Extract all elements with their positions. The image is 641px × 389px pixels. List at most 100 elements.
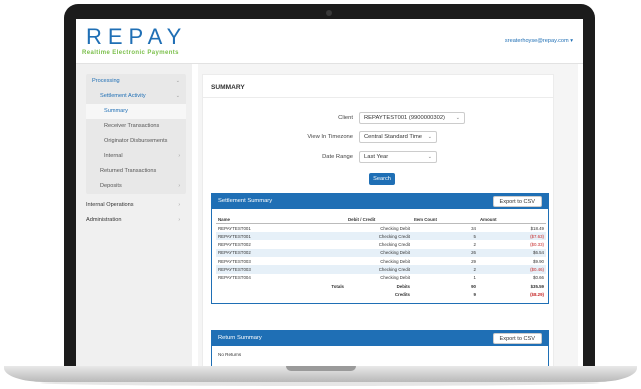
timezone-select[interactable]: Central Standard Time ⌄ — [359, 131, 437, 143]
chevron-right-icon: › — [178, 183, 180, 189]
cell-amount: $0.66 — [533, 275, 544, 281]
settlement-summary-panel: Settlement Summary Export to CSV Name De… — [211, 193, 549, 304]
cell-count: 1 — [473, 275, 476, 281]
table-header-row: Name Debit / Credit Item Count Amount — [216, 215, 546, 224]
chevron-down-icon: ⌄ — [427, 134, 432, 140]
sidebar-item-label: Processing — [92, 78, 120, 84]
chevron-down-icon: ⌄ — [175, 93, 180, 99]
logo-text: REPAY — [86, 24, 188, 49]
laptop-lid: REPAY Realtime Electronic Payments sreat… — [64, 4, 595, 372]
panel-title: Settlement Summary — [218, 198, 273, 204]
sidebar-item-internal[interactable]: Internal › — [86, 149, 186, 164]
camera-icon — [326, 10, 332, 16]
table-row: REPAYTEST001 Checking Debit 34 $18.49 — [216, 224, 546, 233]
sidebar-item-label: Settlement Activity — [100, 93, 146, 99]
cell-count: 5 — [412, 232, 478, 241]
sidebar-item-originator-disbursements[interactable]: Originator Disbursements — [86, 134, 186, 149]
chevron-right-icon: › — [178, 153, 180, 159]
chevron-down-icon: ⌄ — [455, 115, 460, 121]
cell-name: REPAYTEST002 — [216, 248, 346, 258]
totals-debits-label: Debits — [396, 283, 410, 289]
totals-debits-count: 90 — [471, 283, 476, 289]
table-row: REPAYTEST002 Checking Credit 2 ($0.33) — [216, 240, 546, 248]
client-label: Client — [338, 115, 353, 121]
cell-type: Checking Debit — [380, 275, 410, 281]
panel-header: Return Summary Export to CSV — [212, 331, 548, 346]
cell-type: Checking Credit — [346, 232, 412, 241]
search-button[interactable]: Search — [369, 173, 395, 185]
cell-name: REPAYTEST002 — [218, 242, 251, 248]
repay-logo[interactable]: REPAY — [86, 24, 187, 50]
sidebar-item-label: Returned Transactions — [100, 168, 157, 174]
sidebar-item-receiver-transactions[interactable]: Receiver Transactions — [86, 119, 186, 134]
sidebar-item-administration[interactable]: Administration › — [86, 213, 186, 228]
chevron-down-icon: ⌄ — [175, 78, 180, 84]
chevron-right-icon: › — [178, 217, 180, 223]
column-header[interactable]: Item Count — [412, 215, 478, 224]
cell-amount: ($0.33) — [530, 242, 544, 248]
sidebar-item-label: Deposits — [100, 183, 122, 189]
cell-type: Checking Debit — [380, 258, 410, 264]
sidebar-item-deposits[interactable]: Deposits › — [86, 179, 186, 194]
cell-count: 2 — [473, 242, 476, 248]
laptop-notch — [286, 366, 356, 371]
cell-count: 29 — [471, 258, 476, 264]
table-row: REPAYTEST002 Checking Debit 26 $6.54 — [216, 248, 546, 258]
totals-debits-amount: $35.59 — [530, 283, 544, 289]
empty-cell — [216, 290, 346, 298]
timezone-select-value: Central Standard Time — [364, 134, 422, 140]
cell-name: REPAYTEST003 — [216, 265, 346, 274]
totals-row: Totals Debits 90 $35.59 — [216, 282, 546, 290]
cell-count: 26 — [412, 248, 478, 258]
sidebar-item-processing[interactable]: Processing ⌄ — [86, 74, 186, 89]
date-range-select[interactable]: Last Year ⌄ — [359, 151, 437, 163]
sidebar-item-returned-transactions[interactable]: Returned Transactions — [86, 164, 186, 179]
cell-type: Checking Credit — [378, 242, 410, 248]
cell-name: REPAYTEST004 — [218, 275, 251, 281]
cell-amount: $18.49 — [530, 225, 544, 231]
cell-name: REPAYTEST003 — [218, 258, 251, 264]
sidebar-item-label: Administration — [86, 217, 122, 223]
table-row: REPAYTEST004 Checking Debit 1 $0.66 — [216, 274, 546, 282]
table-row: REPAYTEST001 Checking Credit 5 ($7.63) — [216, 232, 546, 241]
cell-amount: ($0.46) — [478, 265, 546, 274]
totals-credits-count: 9 — [473, 291, 476, 297]
no-returns-text: No Returns — [218, 352, 242, 357]
return-summary-panel: Return Summary Export to CSV No Returns — [211, 330, 549, 368]
chevron-right-icon: › — [178, 202, 180, 208]
cell-amount: $9.90 — [533, 258, 544, 264]
column-header[interactable]: Name — [216, 215, 346, 224]
cell-amount: ($7.63) — [478, 232, 546, 241]
logo-tagline: Realtime Electronic Payments — [82, 50, 179, 56]
app-header: REPAY Realtime Electronic Payments sreat… — [76, 19, 583, 64]
sidebar-item-internal-operations[interactable]: Internal Operations › — [86, 198, 186, 213]
sidebar-item-summary[interactable]: Summary — [86, 104, 186, 119]
cell-count: 2 — [412, 265, 478, 274]
export-csv-button[interactable]: Export to CSV — [492, 196, 542, 207]
user-menu[interactable]: sreaterhoyse@repay.com ▾ — [505, 38, 573, 44]
date-range-select-value: Last Year — [364, 154, 389, 160]
sidebar-item-label: Receiver Transactions — [104, 123, 160, 129]
table-row: REPAYTEST003 Checking Credit 2 ($0.46) — [216, 265, 546, 274]
settlement-table: Name Debit / Credit Item Count Amount RE… — [216, 215, 546, 299]
client-select[interactable]: REPAYTEST001 (9900000302) ⌄ — [359, 112, 465, 124]
client-select-value: REPAYTEST001 (9900000302) — [364, 115, 445, 121]
laptop-screen: REPAY Realtime Electronic Payments sreat… — [76, 19, 583, 372]
cell-type: Checking Credit — [346, 265, 412, 274]
sidebar-item-label: Summary — [104, 108, 128, 114]
table-row: REPAYTEST003 Checking Debit 29 $9.90 — [216, 257, 546, 265]
column-header[interactable]: Debit / Credit — [346, 215, 412, 224]
totals-label: Totals — [331, 283, 344, 289]
sidebar-item-label: Internal Operations — [86, 202, 134, 208]
cell-count: 34 — [471, 225, 476, 231]
date-range-label: Date Range — [322, 154, 353, 160]
sidebar-item-label: Internal — [104, 153, 123, 159]
timezone-label: View In Timezone — [307, 134, 353, 140]
panel-header: Settlement Summary Export to CSV — [212, 194, 548, 209]
sidebar-item-settlement-activity[interactable]: Settlement Activity ⌄ — [86, 89, 186, 104]
export-csv-button[interactable]: Export to CSV — [492, 333, 542, 344]
cell-amount: $6.54 — [478, 248, 546, 258]
cell-type: Checking Debit — [346, 248, 412, 258]
summary-card: SUMMARY Client REPAYTEST001 (9900000302)… — [202, 74, 554, 372]
column-header[interactable]: Amount — [478, 215, 546, 224]
